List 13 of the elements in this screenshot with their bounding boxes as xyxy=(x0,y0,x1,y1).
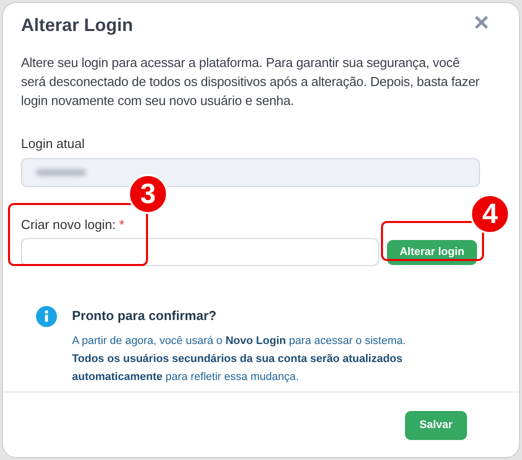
required-mark: * xyxy=(119,216,124,232)
modal-title: Alterar Login xyxy=(21,15,134,37)
new-login-field[interactable] xyxy=(21,238,379,266)
close-button[interactable]: × xyxy=(474,9,489,35)
field-label: Criar novo login: * xyxy=(21,216,124,234)
info-text: Todos os usuários secundários da sua conta serão atualizados automaticamente para refletir essa mudança. xyxy=(72,352,404,384)
info-text: A partir de agora, você usará o Novo Login para acessar o sistema. xyxy=(72,334,407,348)
save-button[interactable]: Salvar xyxy=(405,410,467,440)
info-title: Pronto para confirmar? xyxy=(72,307,218,325)
description-text: Altere seu login para acessar a plataforma. Para garantir sua segurança, você será desconectado de todos os dispositivos após a alteração. Depois, basta fazer login novamente com seu novo usuário e senha. xyxy=(21,54,480,110)
change-login-button[interactable]: Alterar login xyxy=(387,240,477,264)
info-icon xyxy=(36,306,57,327)
field-label: Login atual xyxy=(21,135,85,153)
